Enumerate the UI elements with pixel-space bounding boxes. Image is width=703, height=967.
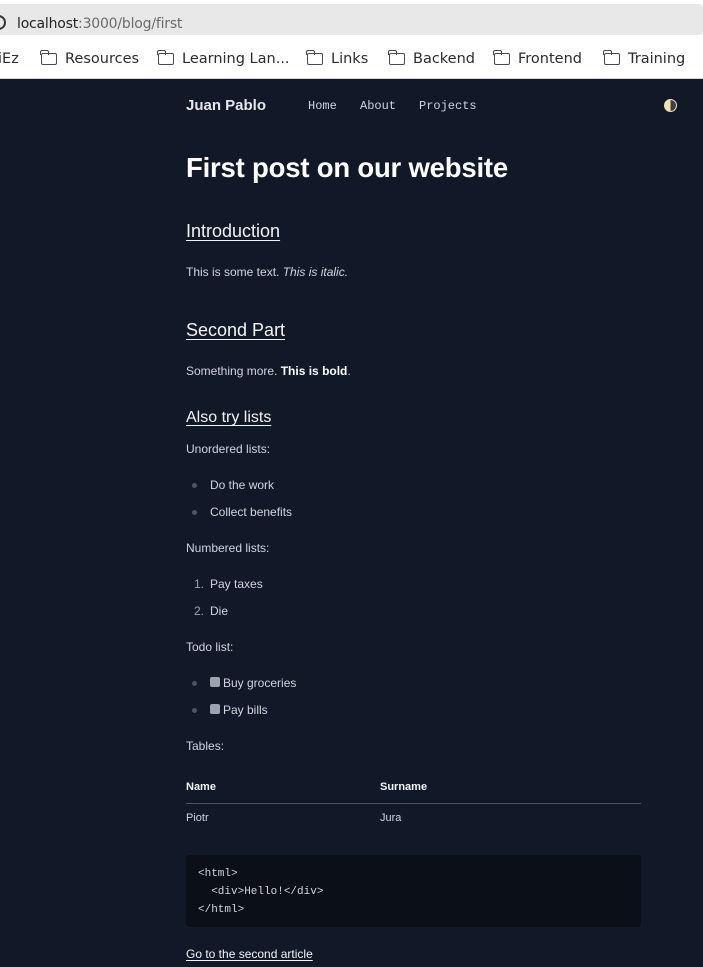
- nav-link-home[interactable]: Home: [308, 99, 337, 113]
- bookmark-folder-frontend[interactable]: Frontend: [493, 49, 582, 69]
- todo-checkbox[interactable]: [210, 677, 220, 687]
- second-paragraph: Something more. This is bold.: [186, 364, 351, 378]
- theme-toggle-icon[interactable]: [664, 99, 677, 112]
- table-cell: Piotr: [186, 812, 209, 824]
- nav-link-about[interactable]: About: [360, 99, 396, 113]
- browser-url-bar: localhost:3000/blog/first: [0, 0, 703, 40]
- folder-icon: [493, 50, 510, 65]
- nav-link-projects[interactable]: Projects: [419, 99, 477, 113]
- heading-second-part: Second Part: [186, 320, 286, 340]
- intro-paragraph: This is some text. This is italic.: [186, 265, 349, 279]
- code-block: <html> <div>Hello!</div> </html>: [186, 855, 641, 927]
- bullet-icon: [192, 510, 197, 515]
- code-line: </html>: [198, 904, 245, 916]
- bullet-icon: [192, 708, 197, 713]
- table-divider: [186, 803, 641, 804]
- code-line: <html>: [198, 868, 238, 880]
- blog-page: Juan Pablo Home About Projects First pos…: [0, 80, 703, 967]
- site-brand[interactable]: Juan Pablo: [186, 97, 266, 114]
- numbered-label: Numbered lists:: [186, 541, 270, 555]
- bookmark-folder-learning[interactable]: Learning Lan...: [157, 49, 290, 69]
- bookmark-item[interactable]: iEz: [0, 49, 19, 69]
- table-header-surname: Surname: [380, 781, 428, 793]
- todo-checkbox[interactable]: [210, 704, 220, 714]
- bookmark-folder-links[interactable]: Links: [306, 49, 368, 69]
- heading-introduction: Introduction: [186, 221, 281, 241]
- table-cell: Jura: [380, 812, 402, 824]
- url-text[interactable]: localhost:3000/blog/first: [17, 16, 182, 32]
- bullet-icon: [192, 483, 197, 488]
- next-article-link[interactable]: Go to the second article: [186, 947, 313, 961]
- site-info-icon[interactable]: [0, 15, 6, 30]
- todo-label: Todo list:: [186, 640, 234, 654]
- bullet-icon: [192, 681, 197, 686]
- bookmark-folder-backend[interactable]: Backend: [388, 49, 475, 69]
- table-header-name: Name: [186, 781, 216, 793]
- folder-icon: [40, 50, 57, 65]
- folder-icon: [306, 50, 323, 65]
- folder-icon: [603, 50, 620, 65]
- bookmark-folder-training[interactable]: Training: [603, 49, 685, 69]
- tables-label: Tables:: [186, 739, 225, 753]
- code-line: <div>Hello!</div>: [198, 886, 324, 898]
- address-field[interactable]: localhost:3000/blog/first: [0, 4, 703, 35]
- bookmark-folder-resources[interactable]: Resources: [40, 49, 139, 69]
- heading-lists: Also try lists: [186, 409, 272, 426]
- unordered-label: Unordered lists:: [186, 442, 271, 456]
- post-title: First post on our website: [186, 152, 508, 183]
- folder-icon: [388, 50, 405, 65]
- folder-icon: [157, 50, 174, 65]
- bookmarks-bar: iEz Resources Learning Lan... Links Back…: [0, 40, 703, 79]
